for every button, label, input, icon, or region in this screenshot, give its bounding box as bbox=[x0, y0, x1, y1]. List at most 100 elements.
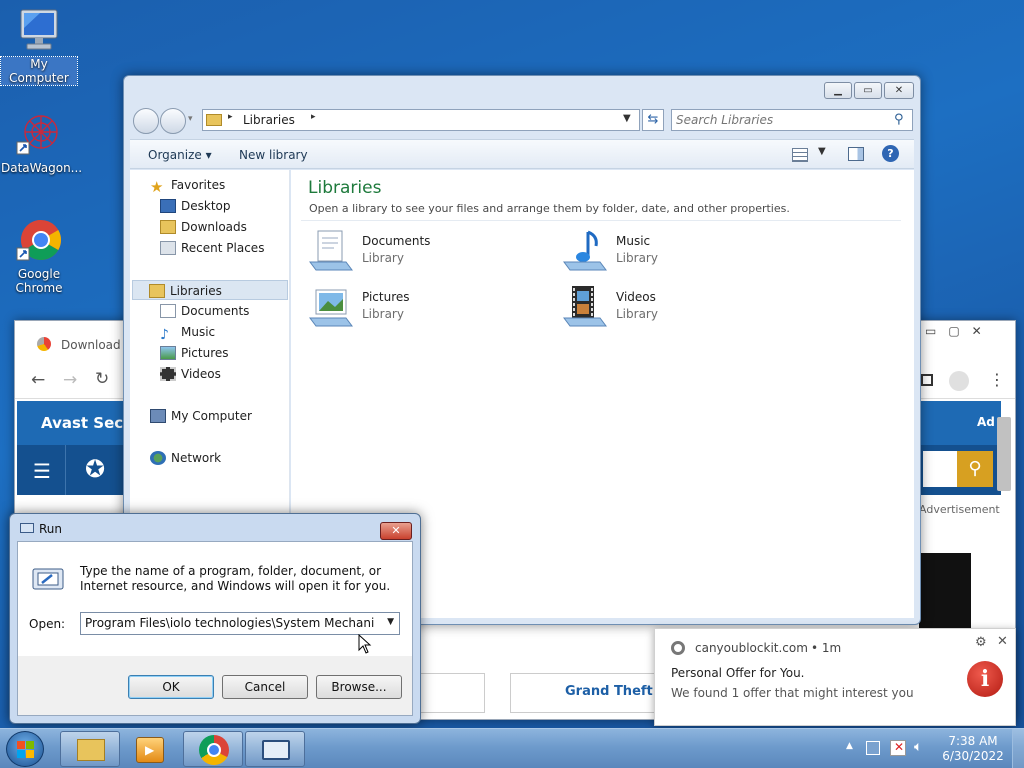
gta-card-title: Grand Theft A bbox=[565, 684, 668, 699]
chrome-icon bbox=[15, 216, 63, 264]
library-music[interactable]: Music Library bbox=[562, 228, 792, 276]
address-dropdown-icon[interactable]: ▼ bbox=[623, 113, 631, 124]
chrome-scrollbar-thumb[interactable] bbox=[997, 417, 1011, 491]
search-input[interactable] bbox=[676, 112, 886, 128]
recent-pages-icon[interactable]: ▾ bbox=[188, 114, 193, 124]
gta-card[interactable]: Grand Theft A bbox=[510, 673, 670, 713]
library-name: Documents bbox=[362, 234, 431, 248]
start-button[interactable] bbox=[6, 731, 44, 767]
page-title: Libraries bbox=[308, 178, 382, 198]
search-box[interactable]: ⚲ bbox=[671, 109, 913, 131]
forward-icon[interactable]: → bbox=[63, 370, 77, 390]
documents-icon bbox=[160, 304, 176, 318]
action-center-icon[interactable]: ✕ bbox=[890, 740, 906, 756]
nav-my-computer[interactable]: My Computer bbox=[150, 406, 252, 426]
media-player-icon[interactable]: ▶ bbox=[136, 737, 164, 763]
nav-videos[interactable]: Videos bbox=[160, 364, 221, 384]
taskbar-chrome[interactable] bbox=[183, 731, 243, 767]
open-combobox[interactable]: Program Files\iolo technologies\System M… bbox=[80, 612, 400, 635]
open-dropdown-icon[interactable]: ▼ bbox=[387, 617, 394, 627]
volume-icon[interactable]: 🔈︎ bbox=[914, 739, 922, 755]
desktop-icon-datawagon[interactable]: DataWagon... bbox=[1, 110, 82, 175]
nav-documents[interactable]: Documents bbox=[160, 301, 249, 321]
nav-recent-places[interactable]: Recent Places bbox=[160, 238, 264, 258]
ok-button[interactable]: OK bbox=[128, 675, 214, 699]
library-videos[interactable]: Videos Library bbox=[562, 284, 792, 332]
library-type: Library bbox=[616, 307, 658, 321]
advertisement-label: Advertisement bbox=[919, 503, 1000, 516]
forward-button[interactable] bbox=[160, 108, 186, 134]
computer-icon bbox=[15, 6, 63, 54]
profile-icon[interactable] bbox=[949, 371, 969, 391]
nav-label: Pictures bbox=[181, 346, 229, 360]
chrome-caption-buttons[interactable]: ▭▢✕ bbox=[925, 324, 994, 338]
back-icon[interactable]: ← bbox=[31, 370, 45, 390]
nav-downloads[interactable]: Downloads bbox=[160, 217, 247, 237]
extension-icon[interactable] bbox=[921, 374, 933, 386]
run-title-icon bbox=[20, 523, 34, 533]
search-icon[interactable]: ⚲ bbox=[957, 451, 993, 487]
clock[interactable]: 7:38 AM 6/30/2022 bbox=[940, 734, 1006, 764]
web-notification[interactable]: canyoublockit.com • 1m ⚙ ✕ Personal Offe… bbox=[654, 628, 1016, 726]
reload-icon[interactable]: ↻ bbox=[95, 369, 109, 389]
taskbar-explorer[interactable] bbox=[60, 731, 120, 767]
chrome-icon bbox=[199, 735, 229, 765]
open-input[interactable]: Program Files\iolo technologies\System M… bbox=[85, 616, 375, 630]
preview-pane-icon[interactable] bbox=[848, 147, 864, 161]
nav-favorites[interactable]: ★ Favorites bbox=[150, 175, 225, 196]
computer-icon bbox=[150, 409, 166, 423]
run-close-button[interactable]: ✕ bbox=[380, 522, 412, 540]
change-view-icon[interactable] bbox=[792, 148, 808, 162]
nav-music[interactable]: ♪ Music bbox=[160, 322, 215, 343]
address-text[interactable]: Libraries bbox=[243, 113, 295, 127]
nav-network[interactable]: Network bbox=[150, 448, 221, 468]
info-alert-icon: i bbox=[967, 661, 1003, 697]
breadcrumb-arrow-icon[interactable]: ▸ bbox=[311, 112, 316, 122]
library-pictures[interactable]: Pictures Library bbox=[308, 284, 538, 332]
taskbar-run[interactable] bbox=[245, 731, 305, 767]
organize-button[interactable]: Organize ▾ bbox=[148, 148, 212, 162]
show-hidden-icons[interactable]: ▲ bbox=[846, 741, 853, 751]
notification-close-icon[interactable]: ✕ bbox=[997, 634, 1008, 649]
close-button[interactable]: ✕ bbox=[884, 82, 914, 99]
show-desktop-button[interactable] bbox=[1012, 729, 1024, 768]
music-library-icon bbox=[562, 228, 608, 274]
maximize-button[interactable]: ▭ bbox=[854, 82, 882, 99]
avast-banner-text: Avast Secu bbox=[41, 414, 134, 432]
help-icon[interactable]: ? bbox=[882, 145, 899, 162]
taskbar: ▶ ▲ ✕ 🔈︎ 7:38 AM 6/30/2022 bbox=[0, 728, 1024, 768]
nav-label: Recent Places bbox=[181, 241, 265, 255]
hamburger-icon[interactable]: ☰ bbox=[33, 459, 51, 483]
search-field[interactable] bbox=[923, 451, 959, 487]
desktop-icon bbox=[160, 199, 176, 213]
cancel-button[interactable]: Cancel bbox=[222, 675, 308, 699]
refresh-icon[interactable]: ⇆ bbox=[642, 109, 664, 131]
settings-gear-icon[interactable]: ⚙ bbox=[975, 635, 987, 650]
nav-desktop[interactable]: Desktop bbox=[160, 196, 231, 216]
film-strip-icon bbox=[160, 367, 176, 381]
menu-kebab-icon[interactable]: ⋮ bbox=[989, 370, 1005, 389]
nav-label: My Computer bbox=[171, 409, 252, 423]
clock-date: 6/30/2022 bbox=[942, 749, 1004, 763]
breadcrumb-arrow-icon[interactable]: ▸ bbox=[228, 112, 233, 122]
address-bar[interactable]: ▸ Libraries ▸ ▼ bbox=[202, 109, 640, 131]
nav-label: Network bbox=[171, 451, 222, 465]
minimize-button[interactable]: ▁ bbox=[824, 82, 852, 99]
view-options-icon[interactable]: ▼ bbox=[818, 146, 826, 157]
nav-pictures[interactable]: Pictures bbox=[160, 343, 229, 363]
desktop-icon-google-chrome[interactable]: Google Chrome bbox=[1, 216, 77, 295]
library-type: Library bbox=[616, 251, 658, 265]
run-program-icon bbox=[262, 740, 290, 760]
back-button[interactable] bbox=[133, 108, 159, 134]
desktop-icon-my-computer[interactable]: My Computer bbox=[0, 6, 78, 86]
star-badge-icon[interactable]: ✪ bbox=[85, 455, 105, 483]
notification-message: We found 1 offer that might interest you bbox=[671, 686, 914, 700]
new-library-button[interactable]: New library bbox=[239, 148, 308, 162]
browse-button[interactable]: Browse... bbox=[316, 675, 402, 699]
explorer-toolbar: Organize ▾ New library ▼ ? bbox=[130, 139, 914, 169]
run-description: Type the name of a program, folder, docu… bbox=[80, 564, 391, 593]
chrome-tab-title[interactable]: Download T bbox=[61, 338, 132, 352]
network-tray-icon[interactable] bbox=[866, 741, 880, 755]
library-documents[interactable]: Documents Library bbox=[308, 228, 538, 276]
nav-libraries[interactable]: Libraries bbox=[132, 280, 288, 300]
